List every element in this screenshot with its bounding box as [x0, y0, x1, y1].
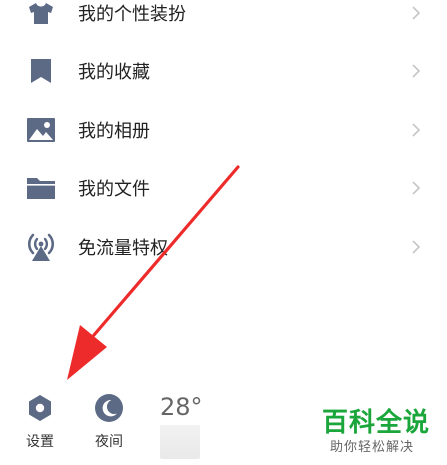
menu-item-label: 我的文件 — [78, 179, 150, 200]
chevron-right-icon — [412, 6, 421, 20]
menu-item-label: 我的相册 — [78, 121, 150, 142]
chevron-right-icon — [412, 123, 421, 137]
folder-icon — [25, 172, 57, 204]
chevron-right-icon — [412, 64, 421, 78]
settings-button[interactable]: 设置 — [12, 385, 68, 455]
menu-item-favorites[interactable]: 我的收藏 — [0, 42, 447, 100]
menu-item-files[interactable]: 我的文件 — [0, 159, 447, 217]
moon-icon — [93, 392, 125, 424]
menu-item-label: 我的收藏 — [78, 62, 150, 83]
menu-item-label: 我的个性装扮 — [78, 4, 186, 25]
image-icon — [25, 114, 57, 146]
chevron-right-icon — [412, 240, 421, 254]
temperature-text: 28° — [160, 393, 203, 421]
menu-item-label: 免流量特权 — [78, 238, 168, 259]
weather-condition-blurred — [160, 425, 200, 459]
menu-item-free-data[interactable]: 免流量特权 — [0, 218, 447, 276]
settings-hexagon-icon — [24, 392, 56, 424]
watermark-title: 百科全说 — [322, 408, 431, 438]
tshirt-icon — [25, 0, 57, 29]
weather-widget[interactable]: 28° — [158, 385, 208, 463]
watermark-logo: 百科全说 助你轻松解决 — [316, 402, 441, 460]
watermark-subtitle: 助你轻松解决 — [330, 440, 415, 455]
menu-item-personal-dressup[interactable]: 我的个性装扮 — [0, 0, 447, 42]
antenna-icon — [25, 231, 57, 263]
bookmark-icon — [25, 55, 57, 87]
chevron-right-icon — [412, 181, 421, 195]
night-mode-button[interactable]: 夜间 — [81, 385, 137, 455]
menu-item-album[interactable]: 我的相册 — [0, 101, 447, 159]
settings-label: 设置 — [26, 434, 54, 450]
night-mode-label: 夜间 — [95, 434, 123, 450]
